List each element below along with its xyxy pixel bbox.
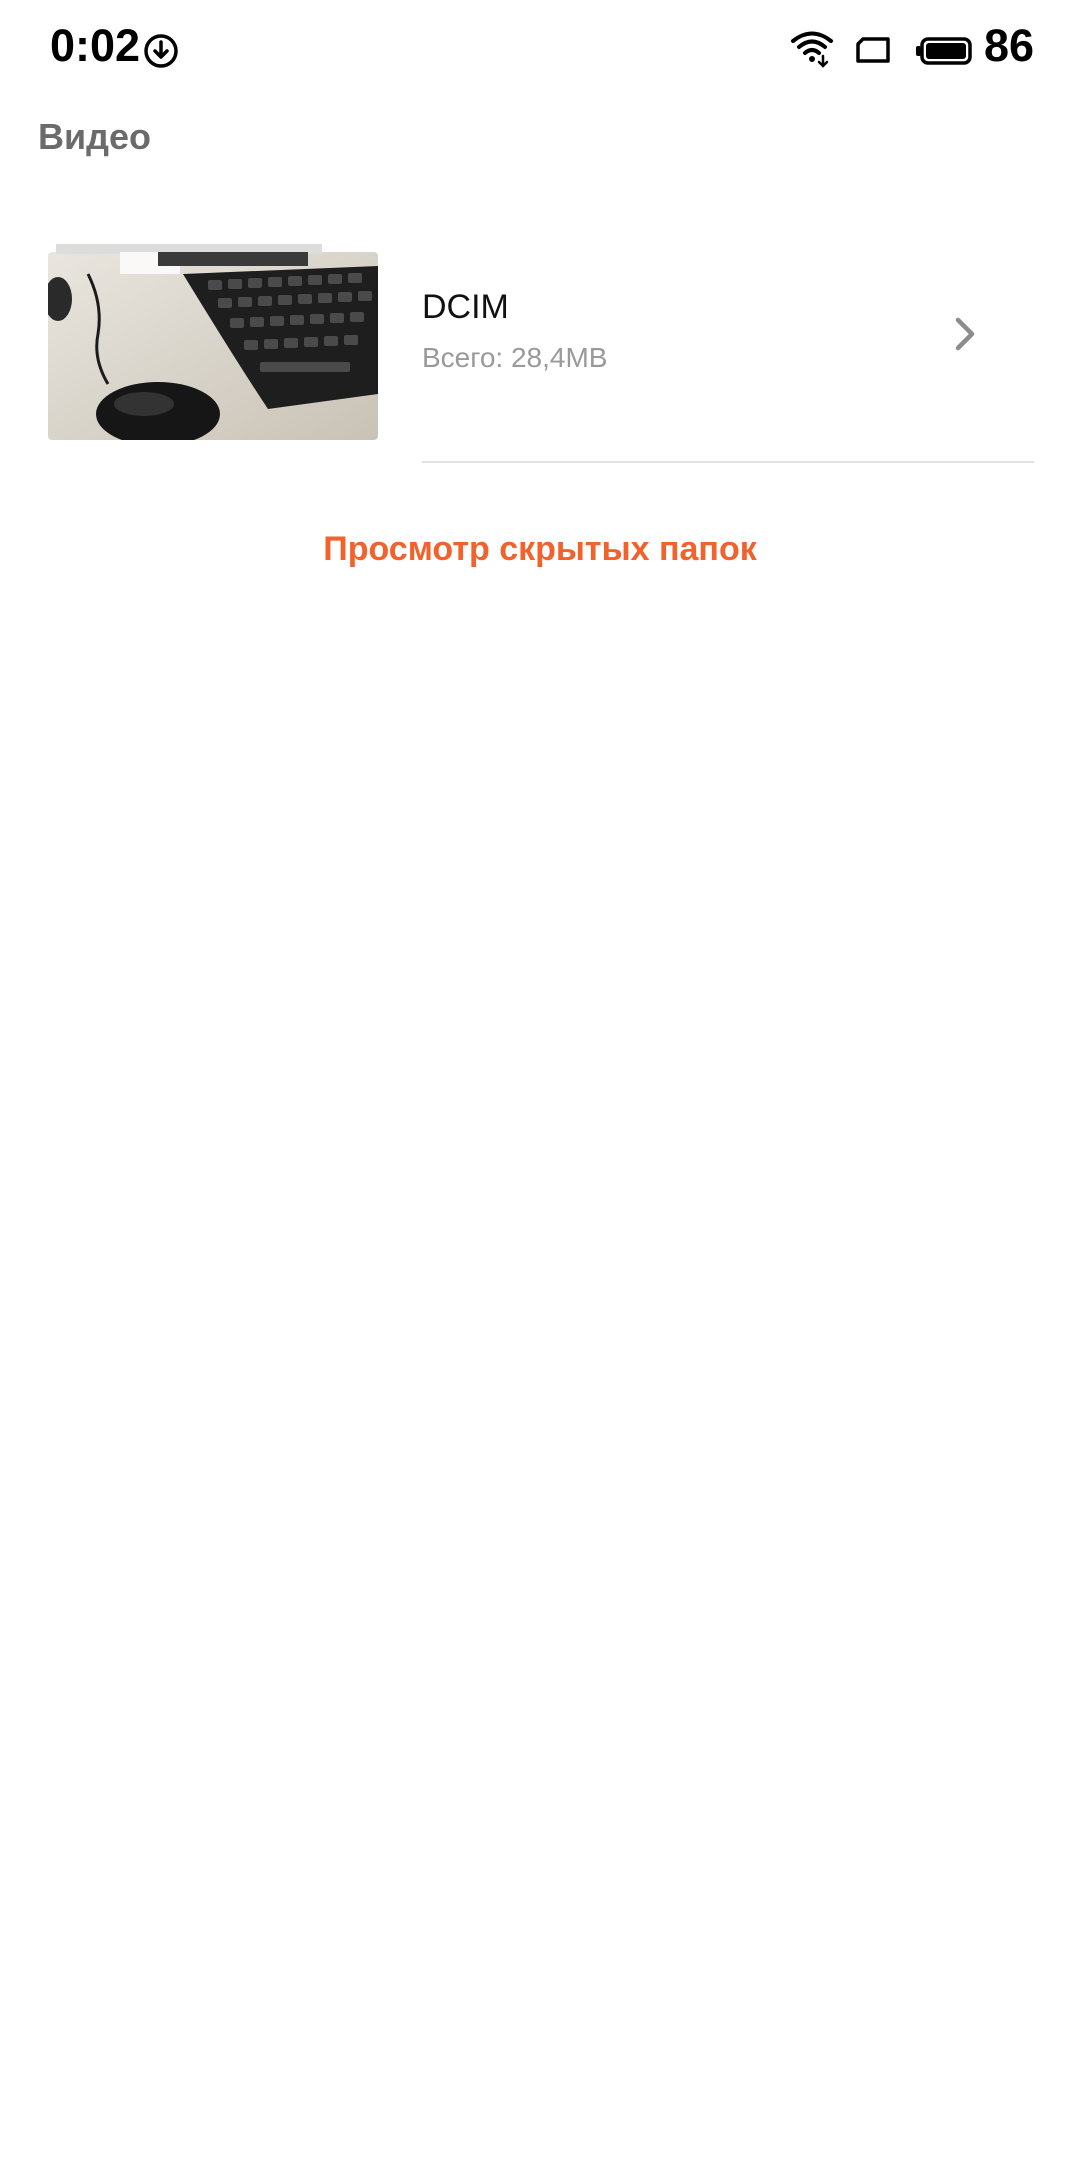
wifi-icon: [791, 31, 833, 68]
page-title: Видео: [38, 116, 151, 157]
folder-size: Всего: 28,4MB: [422, 342, 608, 373]
folder-thumbnail: [48, 244, 378, 440]
status-time: 0:02: [50, 20, 141, 71]
download-icon: [144, 34, 178, 68]
view-hidden-folders-button[interactable]: Просмотр скрытых папок: [0, 530, 1080, 569]
folder-name: DCIM: [422, 288, 509, 326]
divider: [422, 461, 1034, 463]
status-bar: 0:02 86: [0, 0, 1080, 104]
battery-icon: [916, 37, 972, 65]
chevron-right-icon: [955, 317, 975, 351]
folder-item-dcim[interactable]: DCIM Всего: 28,4MB: [0, 230, 1080, 460]
screen-icon: [856, 37, 890, 63]
video-folders-screen: 0:02 86 Видео DCIM Всего: 28,4MB Просмот…: [0, 0, 1080, 2160]
battery-level: 86: [984, 20, 1035, 71]
